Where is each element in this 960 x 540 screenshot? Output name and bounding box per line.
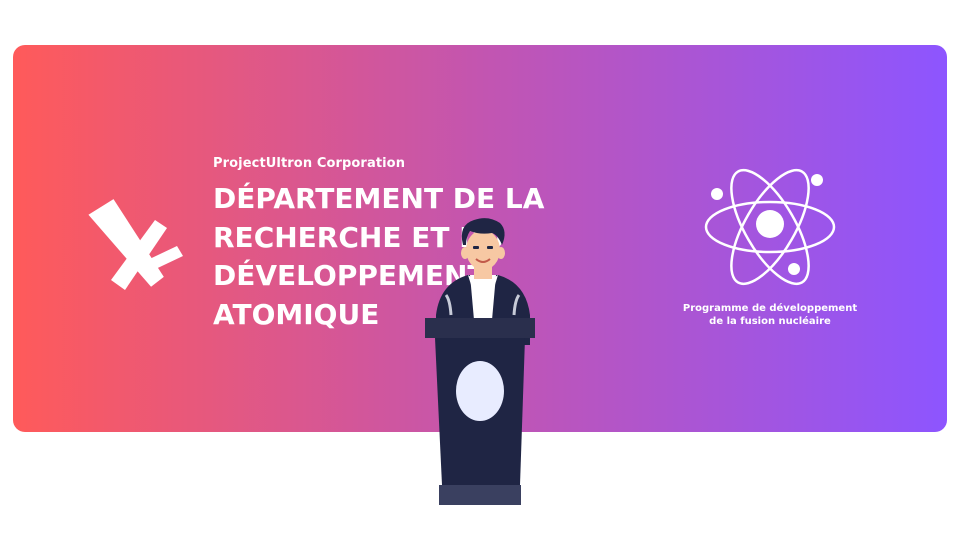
title-line: DÉPARTEMENT DE LA <box>213 182 545 215</box>
program-caption: Programme de développement de la fusion … <box>680 302 860 328</box>
company-name: ProjectUltron Corporation <box>213 156 406 171</box>
program-line: de la fusion nucléaire <box>709 316 831 327</box>
atom-icon <box>704 168 836 286</box>
program-line: Programme de développement <box>682 303 858 314</box>
company-logo-icon <box>88 199 183 290</box>
speaker-at-podium-illustration <box>425 218 535 505</box>
